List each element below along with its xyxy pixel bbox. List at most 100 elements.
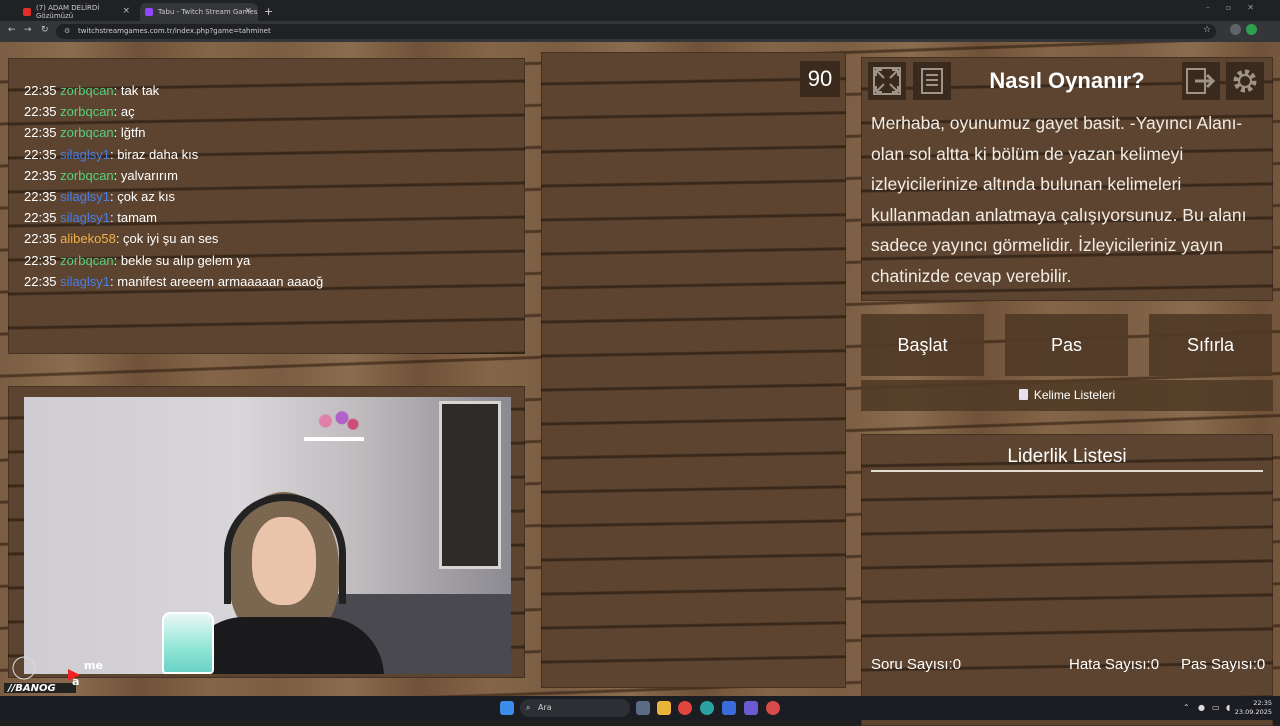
chat-time: 22:35 xyxy=(24,125,57,141)
task-view-icon[interactable] xyxy=(636,701,650,715)
taskbar: ⌕ Ara ⌃ ● ▭ ◖ 22:35 23.09.2025 xyxy=(0,696,1280,720)
volume-icon[interactable]: ◖ xyxy=(1226,703,1230,712)
search-icon: ⌕ xyxy=(526,703,531,712)
file-explorer-icon[interactable] xyxy=(657,701,671,715)
network-icon[interactable]: ▭ xyxy=(1212,703,1220,712)
chat-username[interactable]: silaglsy1 xyxy=(60,147,110,162)
back-icon[interactable]: ← xyxy=(8,25,16,35)
bookmark-star-icon[interactable]: ☆ xyxy=(1203,25,1211,35)
clock-date: 23.09.2025 xyxy=(1234,707,1272,716)
url-input[interactable]: ⚙ twitchstreamgames.com.tr/index.php?gam… xyxy=(56,24,1216,39)
reset-button[interactable]: Sıfırla xyxy=(1149,314,1272,376)
chat-text: : tak tak xyxy=(113,83,160,98)
chat-username[interactable]: zorbqcan xyxy=(60,168,113,183)
chat-message: 22:35 silaglsy1: çok az kıs xyxy=(24,186,525,207)
chat-time: 22:35 xyxy=(24,167,57,183)
forward-icon[interactable]: → xyxy=(24,25,32,35)
chat-text: : çok iyi şu an ses xyxy=(115,231,219,247)
error-count: Hata Sayısı:0 xyxy=(1069,656,1160,673)
streamer-area xyxy=(541,52,846,688)
fullscreen-icon xyxy=(873,67,901,95)
browser-tab-bar: (7) ADAM DELİRDİ Gözümüzü × Tabu - Twitc… xyxy=(0,0,1280,21)
logout-button[interactable] xyxy=(1182,62,1220,100)
site-info-icon[interactable]: ⚙ xyxy=(64,24,70,39)
obs-icon[interactable] xyxy=(766,701,780,715)
list-icon xyxy=(1018,389,1028,400)
chrome-icon[interactable] xyxy=(678,701,692,715)
chat-text: : çok az kıs xyxy=(110,188,176,204)
chat-time: 22:35 xyxy=(24,188,57,204)
chat-message: 22:35 zorbqcan: tak tak xyxy=(24,80,525,101)
start-menu-icon[interactable] xyxy=(500,701,514,715)
extensions-icon[interactable] xyxy=(1230,24,1241,35)
exit-icon xyxy=(1186,68,1216,94)
chat-username[interactable]: silaglsy1 xyxy=(60,210,110,225)
tab-tabu[interactable]: Tabu - Twitch Stream Games × xyxy=(140,3,258,21)
profile-avatar[interactable] xyxy=(1246,24,1257,35)
close-tab-icon[interactable]: × xyxy=(244,6,252,16)
chat-username[interactable]: silaglsy1 xyxy=(60,274,110,289)
chat-time: 22:35 xyxy=(24,83,57,98)
chat-message: 22:35 silaglsy1: tamam xyxy=(24,207,525,228)
mic-icon[interactable]: ● xyxy=(1198,703,1205,712)
chat-text: : yalvarırım xyxy=(113,167,178,183)
youtube-icon xyxy=(23,8,31,16)
steam-icon[interactable] xyxy=(722,701,736,715)
chat-message: 22:35 zorbqcan: yalvarırım xyxy=(24,165,525,186)
chat-text: : bekle su alıp gelem ya xyxy=(113,252,251,268)
word-lists-label: Kelime Listeleri xyxy=(1033,388,1116,402)
chat-username[interactable]: zorbqcan xyxy=(60,253,113,268)
tab-title: (7) ADAM DELİRDİ Gözümüzü xyxy=(36,4,100,20)
chat-time: 22:35 xyxy=(24,210,57,226)
pass-count: Pas Sayısı:0 xyxy=(1181,656,1266,673)
taskbar-search[interactable]: ⌕ Ara xyxy=(520,699,630,717)
chat-username[interactable]: alibeko58 xyxy=(60,231,116,246)
system-clock[interactable]: 22:35 23.09.2025 xyxy=(1235,699,1272,716)
start-button[interactable]: Başlat xyxy=(861,314,984,376)
chat-username[interactable]: zorbqcan xyxy=(60,104,113,119)
tab-youtube[interactable]: (7) ADAM DELİRDİ Gözümüzü × xyxy=(18,3,136,21)
chat-text: : biraz daha kıs xyxy=(110,146,199,162)
gear-icon xyxy=(1233,69,1257,93)
close-tab-icon[interactable]: × xyxy=(122,6,130,16)
svg-text://BANOG: //BANOG xyxy=(7,683,56,694)
chat-message: 22:35 zorbqcan: aç xyxy=(24,101,525,122)
document-icon xyxy=(921,68,943,94)
settings-button[interactable] xyxy=(1226,62,1264,100)
chat-username[interactable]: silaglsy1 xyxy=(60,189,110,204)
window-controls[interactable]: –▫✕ xyxy=(1206,3,1270,12)
new-tab-button[interactable]: + xyxy=(264,3,273,21)
channel-logo: me a //BANOG xyxy=(4,656,103,694)
fullscreen-button[interactable] xyxy=(868,62,906,100)
divider xyxy=(871,470,1263,472)
leaderboard-panel xyxy=(861,434,1273,726)
chat-time: 22:35 xyxy=(24,104,57,120)
svg-text:a: a xyxy=(72,675,79,688)
word-lists-button[interactable]: Kelime Listeleri xyxy=(861,380,1273,411)
chat-username[interactable]: zorbqcan xyxy=(60,125,113,140)
edge-icon[interactable] xyxy=(700,701,714,715)
question-count: Soru Sayısı:0 xyxy=(871,656,962,673)
tray-chevron-icon[interactable]: ⌃ xyxy=(1183,703,1190,712)
shelf xyxy=(304,437,364,441)
chat-text: : lğtfn xyxy=(113,125,146,141)
search-placeholder: Ara xyxy=(538,703,552,712)
chat-text: : manifest areeem armaaaaan aaaoğ xyxy=(110,273,324,289)
chat-message: 22:35 zorbqcan: bekle su alıp gelem ya xyxy=(24,250,525,271)
round-timer: 90 xyxy=(800,61,840,97)
chat-text: : aç xyxy=(113,104,135,120)
doorway xyxy=(439,401,501,569)
url-text: twitchstreamgames.com.tr/index.php?game=… xyxy=(78,27,271,35)
chat-username[interactable]: zorbqcan xyxy=(60,83,113,98)
chat-time: 22:35 xyxy=(24,231,57,247)
chat-message: 22:35 zorbqcan: lğtfn xyxy=(24,122,525,143)
reload-icon[interactable]: ↻ xyxy=(41,25,49,35)
svg-text:me: me xyxy=(84,659,103,672)
pass-button[interactable]: Pas xyxy=(1005,314,1128,376)
rules-button[interactable] xyxy=(913,62,951,100)
twitch-icon xyxy=(145,8,153,16)
chat-time: 22:35 xyxy=(24,146,57,162)
chat-time: 22:35 xyxy=(24,273,57,289)
howto-text: Merhaba, oyunumuz gayet basit. -Yayıncı … xyxy=(871,113,1247,286)
discord-icon[interactable] xyxy=(744,701,758,715)
